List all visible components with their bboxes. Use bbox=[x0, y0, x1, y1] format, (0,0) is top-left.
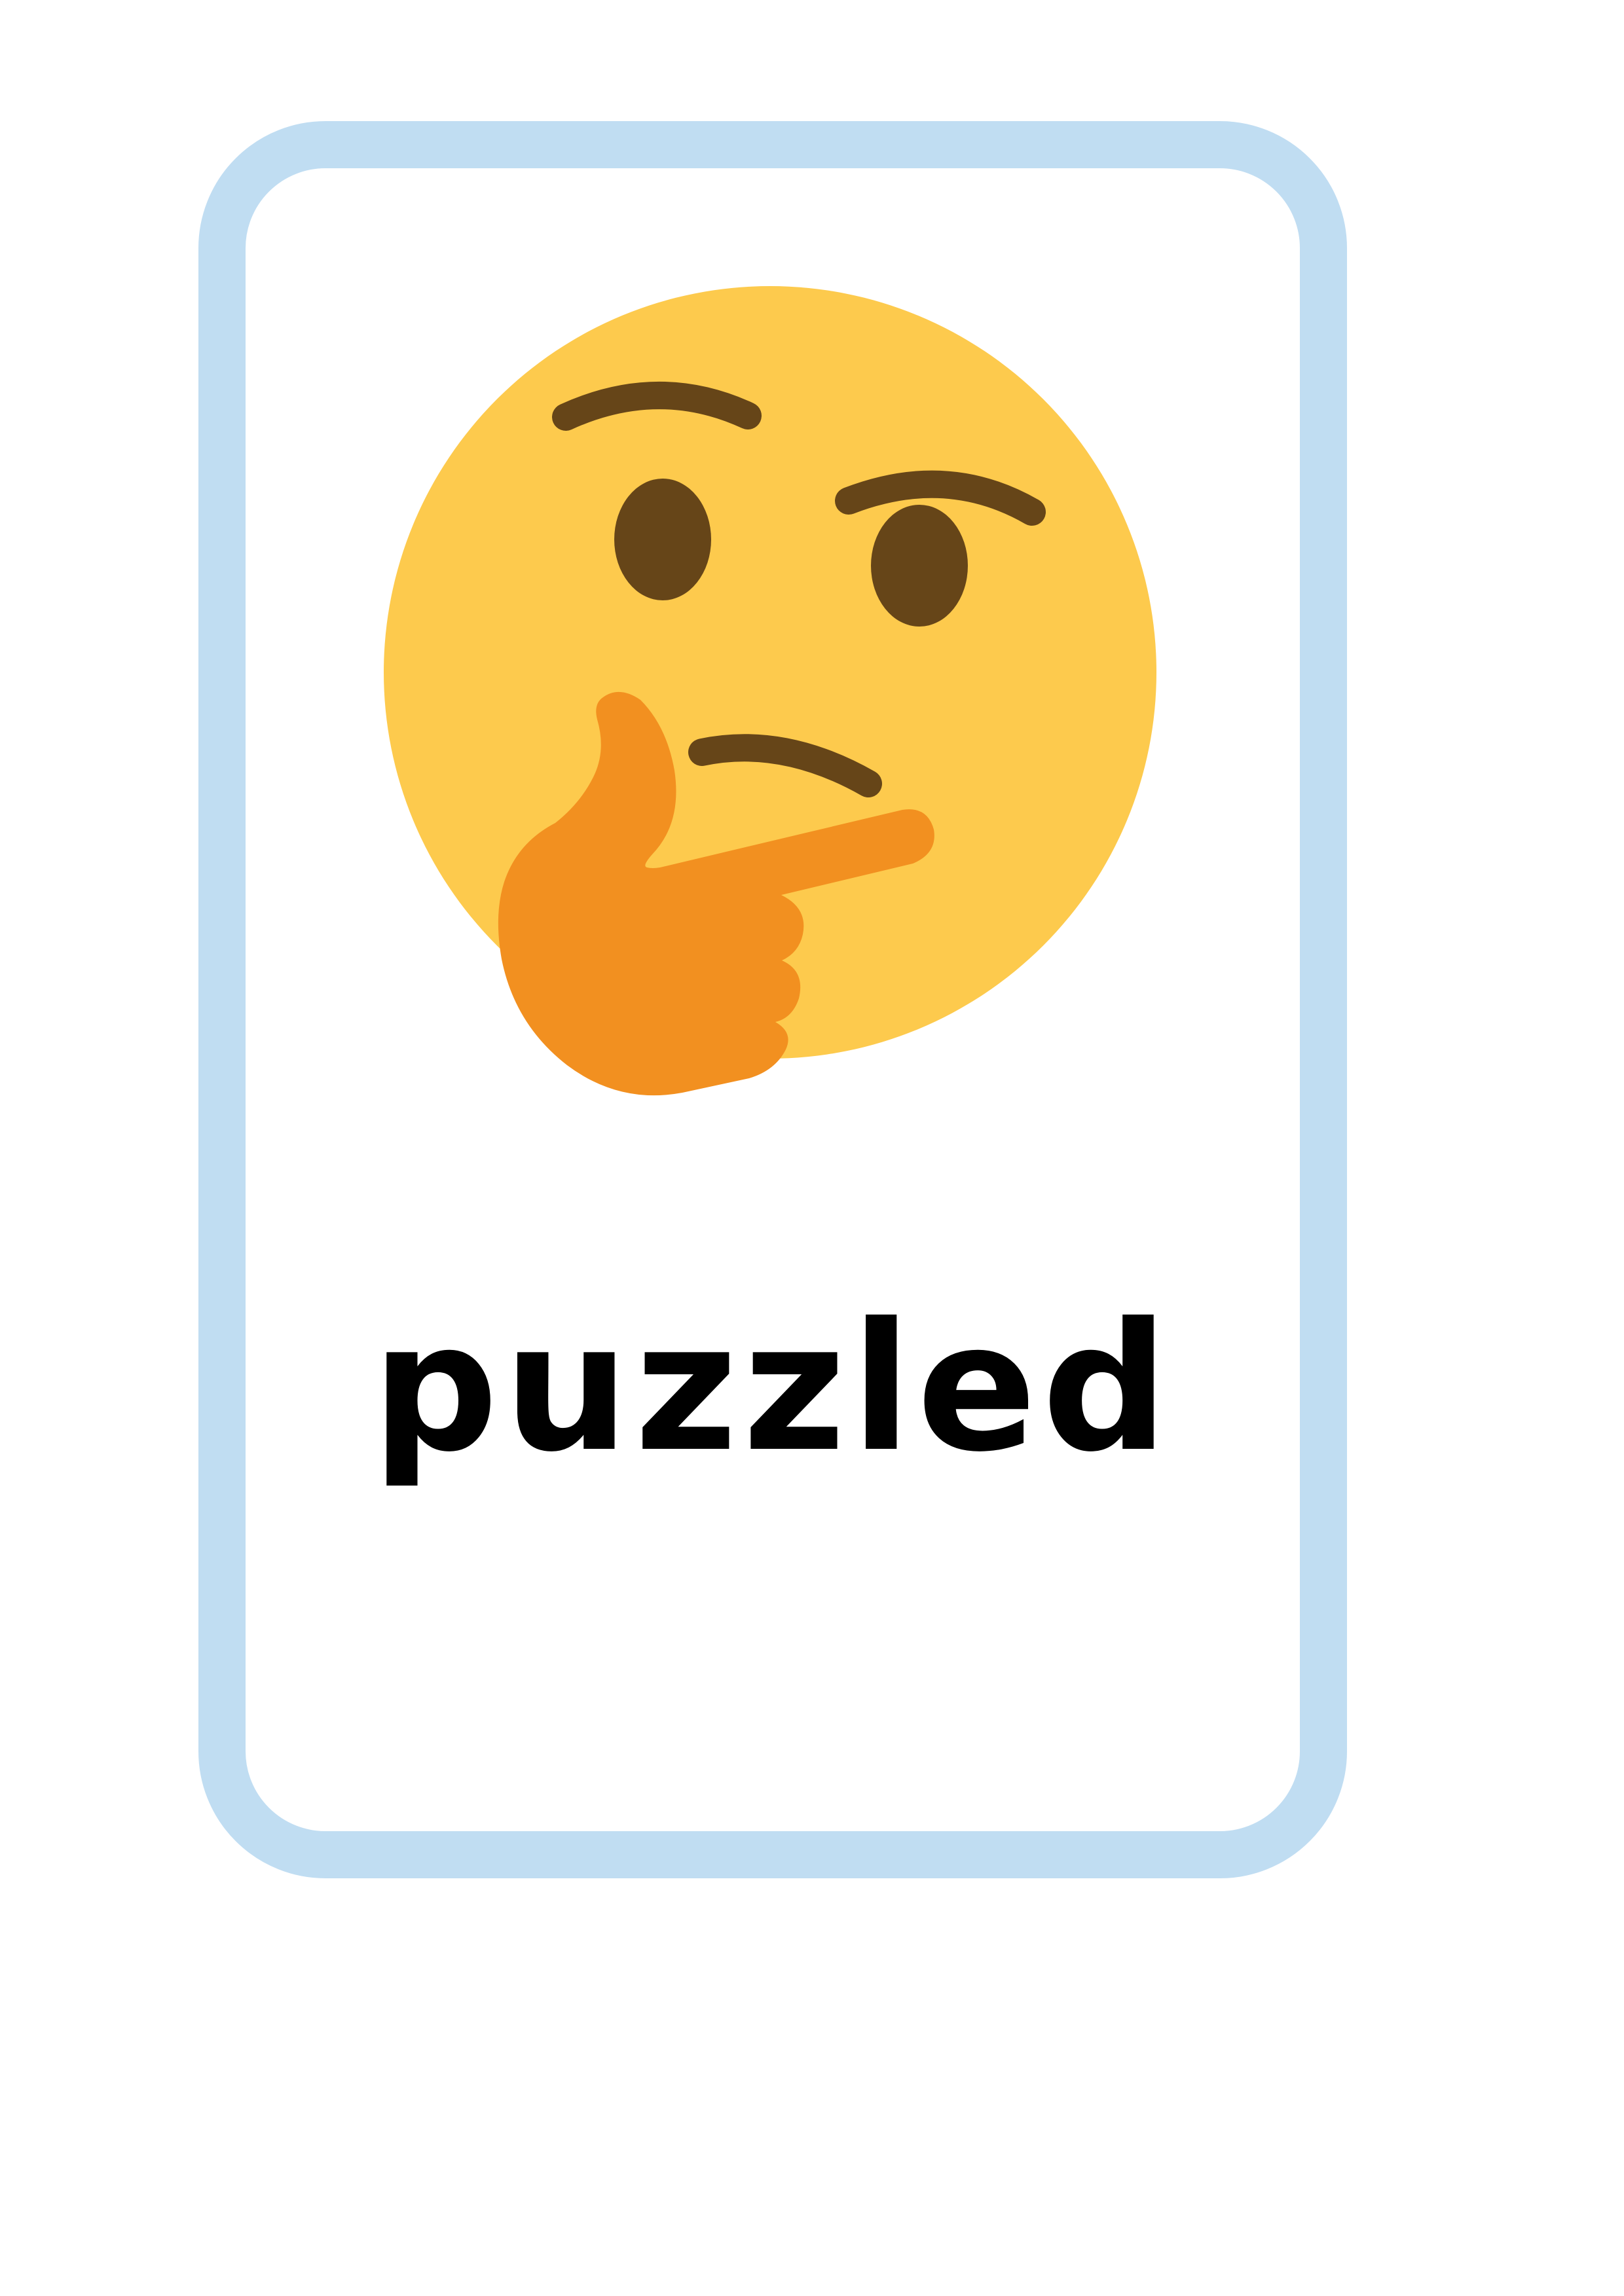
word-label: puzzled bbox=[371, 1285, 1174, 1491]
thinking-face-icon bbox=[384, 286, 1156, 1096]
left-eye bbox=[614, 479, 711, 600]
right-eye bbox=[871, 505, 968, 627]
